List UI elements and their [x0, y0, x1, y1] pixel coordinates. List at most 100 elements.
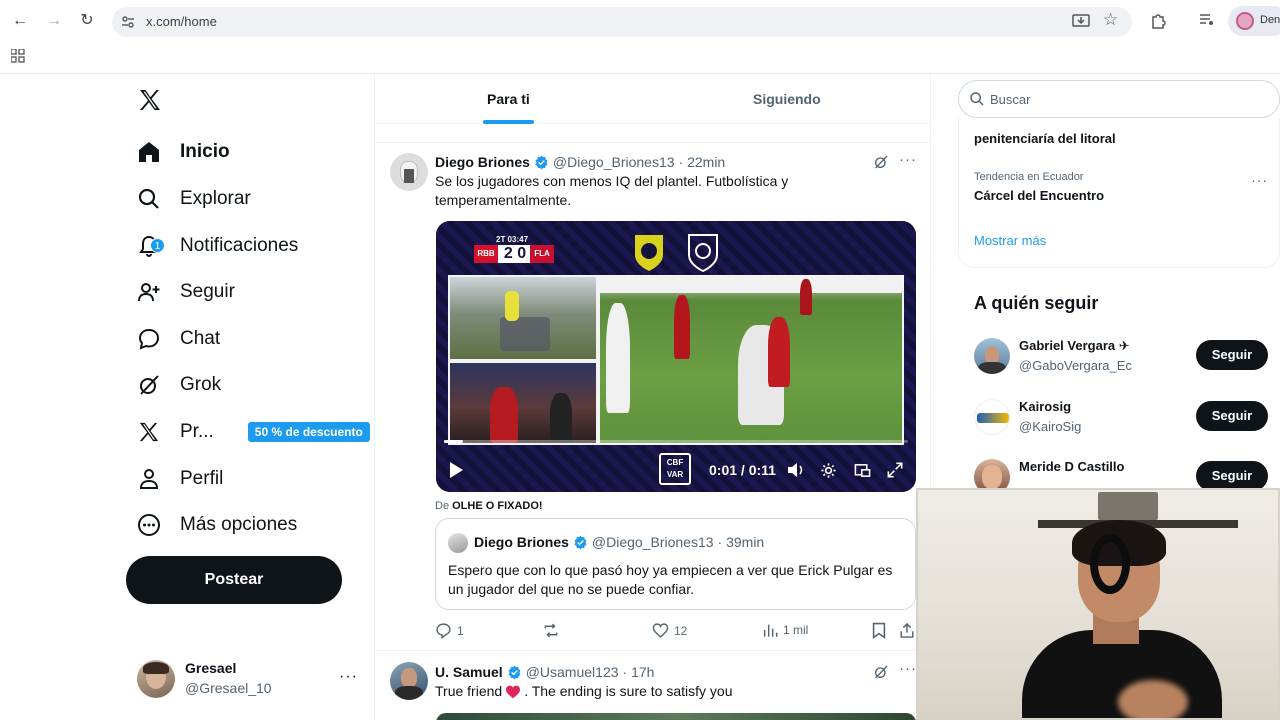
profile-name: Den — [1260, 14, 1280, 26]
forward-arrow-icon[interactable]: → — [44, 11, 64, 31]
quoted-tweet[interactable]: Diego Briones @Diego_Briones13 · 39min E… — [435, 518, 916, 610]
x-logo-icon[interactable] — [138, 88, 162, 112]
reading-list-icon[interactable] — [1199, 13, 1215, 27]
divider — [375, 650, 930, 651]
post-button[interactable]: Postear — [126, 556, 342, 604]
crowd-pane — [448, 361, 598, 445]
tweet-text: Se los jugadores con menos IQ del plante… — [435, 173, 789, 208]
tweet-header: U. Samuel @Usamuel123 · 17h — [435, 664, 654, 680]
follow-suggestion[interactable]: Kairosig @KairoSig Seguir — [974, 397, 1274, 441]
account-handle: @Gresael_10 — [185, 680, 272, 696]
share-icon[interactable] — [899, 622, 915, 639]
video-progress-bar[interactable] — [444, 440, 908, 443]
tweet-time[interactable]: · 17h — [623, 664, 655, 680]
nav-notifications[interactable]: 1 Notificaciones — [136, 226, 298, 266]
nav-profile[interactable]: Perfil — [136, 459, 223, 499]
follow-button[interactable]: Seguir — [1196, 340, 1268, 370]
address-bar[interactable]: x.com/home — [112, 7, 1132, 37]
video-source: De OLHE O FIXADO! — [435, 500, 543, 512]
quote-header: Diego Briones @Diego_Briones13 · 39min — [474, 534, 764, 550]
extensions-icon[interactable] — [1150, 12, 1166, 30]
site-settings-icon[interactable] — [120, 14, 136, 30]
apps-grid-icon[interactable] — [11, 49, 25, 63]
follow-button[interactable]: Seguir — [1196, 461, 1268, 491]
play-icon[interactable] — [448, 461, 464, 479]
nav-chat[interactable]: Chat — [136, 319, 220, 359]
quote-author-name: Diego Briones — [474, 534, 569, 550]
scoreboard: 2T 03:47 RBB 2 0 FLA — [474, 235, 554, 265]
trend-title[interactable]: Cárcel del Encuentro — [974, 188, 1104, 203]
account-name: Gresael — [185, 660, 237, 676]
nav-follow[interactable]: Seguir — [136, 272, 235, 312]
overlay-text: CBF — [666, 458, 684, 467]
headphones — [1090, 534, 1130, 594]
webcam-overlay — [916, 488, 1280, 720]
tab-following[interactable]: Siguiendo — [753, 91, 821, 107]
match-score: 2 0 — [503, 245, 527, 262]
tweet-media[interactable] — [436, 713, 916, 720]
quote-text: Espero que con lo que pasó hoy ya empiec… — [448, 562, 893, 597]
divider — [375, 142, 930, 143]
account-switcher[interactable]: Gresael @Gresael_10 ··· — [137, 658, 367, 702]
repost-icon — [544, 623, 558, 638]
avatar[interactable] — [390, 153, 428, 191]
tweet-header: Diego Briones @Diego_Briones13 · 22min — [435, 154, 725, 170]
suggestion-handle: @GaboVergara_Ec — [1019, 358, 1132, 373]
views-button[interactable]: 1 mil — [762, 622, 808, 638]
suggestion-name: Kairosig — [1019, 399, 1072, 414]
chat-bubble-icon — [136, 326, 162, 352]
more-dots-icon[interactable]: ··· — [899, 151, 917, 168]
volume-icon[interactable] — [787, 462, 805, 478]
settings-gear-icon[interactable] — [820, 462, 837, 479]
nav-label: Inicio — [180, 141, 230, 162]
follow-suggestion[interactable]: Gabriel Vergara ✈ @GaboVergara_Ec Seguir — [974, 336, 1274, 380]
premium-discount-badge: 50 % de descuento — [247, 422, 370, 442]
repost-button[interactable] — [542, 622, 565, 639]
bookmark-star-icon[interactable]: ☆ — [1103, 10, 1118, 30]
source-account[interactable]: OLHE O FIXADO! — [452, 500, 542, 512]
search-placeholder: Buscar — [990, 92, 1031, 107]
follow-button[interactable]: Seguir — [1196, 401, 1268, 431]
url-text: x.com/home — [146, 14, 217, 29]
more-dots-icon[interactable]: ··· — [339, 668, 358, 686]
nav-more-options[interactable]: Más opciones — [136, 505, 297, 545]
author-name[interactable]: Diego Briones — [435, 154, 530, 170]
var-replay-pane — [448, 275, 598, 361]
tweet-time[interactable]: · 22min — [679, 154, 726, 170]
bookmark-icon[interactable] — [872, 622, 886, 639]
video-progress-fill — [444, 440, 463, 443]
install-app-icon[interactable] — [1072, 13, 1090, 29]
nav-label: Explorar — [180, 188, 251, 209]
reload-icon[interactable]: ↻ — [77, 11, 97, 31]
suggestion-handle: @KairoSig — [1019, 419, 1082, 434]
quote-avatar — [448, 533, 468, 553]
author-handle[interactable]: @Usamuel123 — [526, 664, 619, 680]
grok-icon[interactable] — [873, 154, 889, 170]
red-heart-emoji-icon — [506, 685, 521, 698]
author-name[interactable]: U. Samuel — [435, 664, 503, 680]
grok-icon[interactable] — [873, 664, 889, 680]
suggestion-name: Gabriel Vergara ✈ — [1019, 338, 1130, 353]
reply-count: 1 — [457, 623, 464, 638]
profile-button[interactable]: Den — [1228, 6, 1280, 36]
like-count: 12 — [674, 623, 688, 638]
search-box[interactable]: Buscar — [958, 80, 1280, 118]
reply-button[interactable]: 1 — [435, 622, 464, 639]
nav-explore[interactable]: Explorar — [136, 179, 251, 219]
nav-premium[interactable]: Pr... 50 % de descuento — [136, 412, 370, 452]
more-dots-icon[interactable]: ··· — [1251, 172, 1268, 188]
video-player[interactable]: 2T 03:47 RBB 2 0 FLA CBF VAR 0:01 / 0:11 — [436, 221, 916, 492]
fullscreen-icon[interactable] — [887, 462, 903, 478]
tab-for-you[interactable]: Para ti — [487, 91, 530, 107]
trend-title[interactable]: penitenciaría del litoral — [974, 131, 1116, 146]
like-button[interactable]: 12 — [652, 622, 687, 639]
nav-grok[interactable]: Grok — [136, 365, 221, 405]
back-arrow-icon[interactable]: ← — [10, 11, 30, 31]
show-more-link[interactable]: Mostrar más — [974, 233, 1046, 248]
avatar[interactable] — [390, 662, 428, 700]
more-dots-icon[interactable]: ··· — [899, 660, 917, 677]
author-handle[interactable]: @Diego_Briones13 — [553, 154, 675, 170]
views-chart-icon — [763, 624, 778, 637]
pip-icon[interactable] — [854, 462, 871, 479]
nav-home[interactable]: Inicio — [136, 132, 230, 172]
